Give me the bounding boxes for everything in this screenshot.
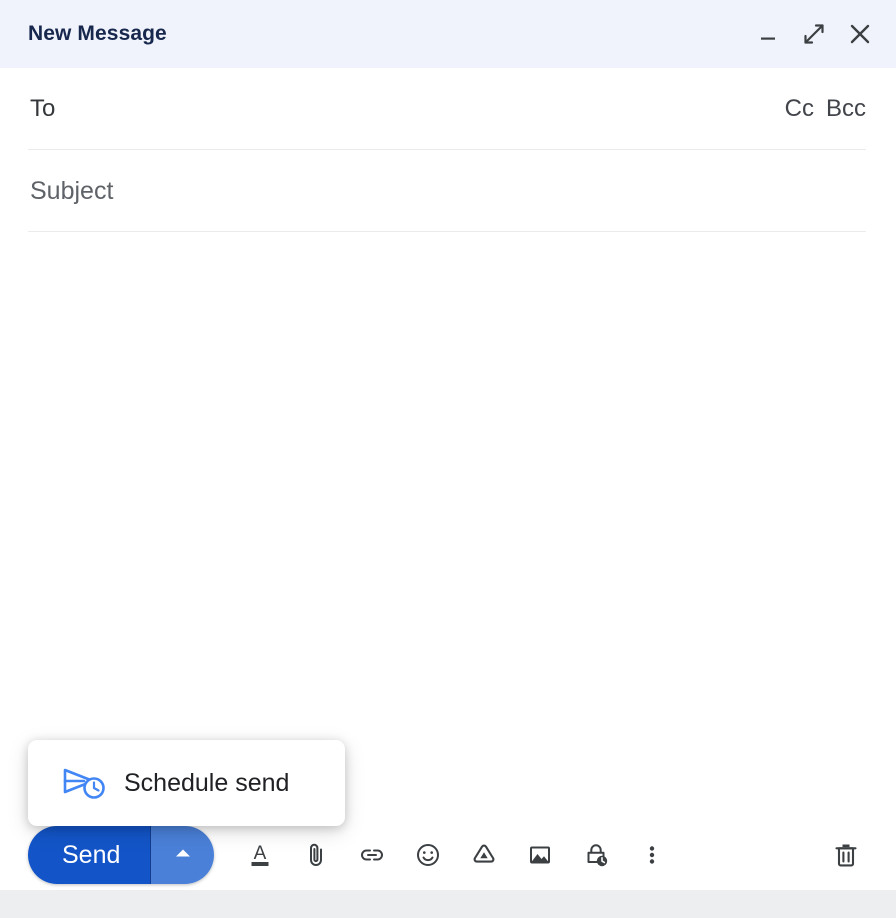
chevron-up-icon	[171, 841, 195, 870]
confidential-mode-icon	[581, 840, 611, 870]
send-split-button: Send	[28, 826, 215, 884]
subject-field-row[interactable]: Subject	[0, 150, 896, 232]
discard-draft-button[interactable]	[818, 827, 874, 883]
close-button[interactable]	[840, 14, 880, 54]
compose-toolbar: Send A	[0, 820, 896, 890]
close-icon	[847, 21, 873, 47]
confidential-mode-button[interactable]	[568, 827, 624, 883]
send-button[interactable]: Send	[28, 826, 151, 884]
to-input[interactable]: To	[30, 97, 55, 121]
bcc-button[interactable]: Bcc	[826, 97, 866, 121]
insert-photo-icon	[525, 840, 555, 870]
attach-file-icon	[301, 840, 331, 870]
cc-bcc-group: Cc Bcc	[785, 97, 866, 121]
formatting-options-icon: A	[245, 840, 275, 870]
svg-text:A: A	[254, 843, 267, 864]
compose-header: New Message	[0, 0, 896, 68]
attach-file-button[interactable]	[288, 827, 344, 883]
insert-drive-button[interactable]	[456, 827, 512, 883]
insert-emoji-button[interactable]	[400, 827, 456, 883]
compose-window: New Message To Cc Bcc Subject Schedule s…	[0, 0, 896, 918]
schedule-send-menu-item[interactable]: Schedule send	[28, 740, 345, 826]
subject-input[interactable]: Subject	[30, 178, 113, 204]
more-options-button[interactable]	[624, 827, 680, 883]
insert-drive-icon	[469, 840, 499, 870]
page-title: New Message	[28, 22, 167, 45]
send-options-button[interactable]	[150, 826, 215, 884]
trash-icon	[830, 839, 862, 871]
schedule-send-icon	[56, 763, 114, 803]
expand-button[interactable]	[794, 14, 834, 54]
insert-link-button[interactable]	[344, 827, 400, 883]
insert-photo-button[interactable]	[512, 827, 568, 883]
formatting-options-button[interactable]: A	[232, 827, 288, 883]
more-options-icon	[637, 840, 667, 870]
minimize-icon	[757, 23, 779, 45]
to-field-row[interactable]: To Cc Bcc	[0, 68, 896, 150]
minimize-button[interactable]	[748, 14, 788, 54]
schedule-send-label: Schedule send	[124, 768, 290, 797]
insert-emoji-icon	[413, 840, 443, 870]
window-controls	[748, 14, 880, 54]
expand-icon	[801, 21, 827, 47]
toolbar-icon-group: A	[232, 827, 680, 883]
footer-strip	[0, 890, 896, 918]
insert-link-icon	[357, 840, 387, 870]
cc-button[interactable]: Cc	[785, 97, 814, 121]
